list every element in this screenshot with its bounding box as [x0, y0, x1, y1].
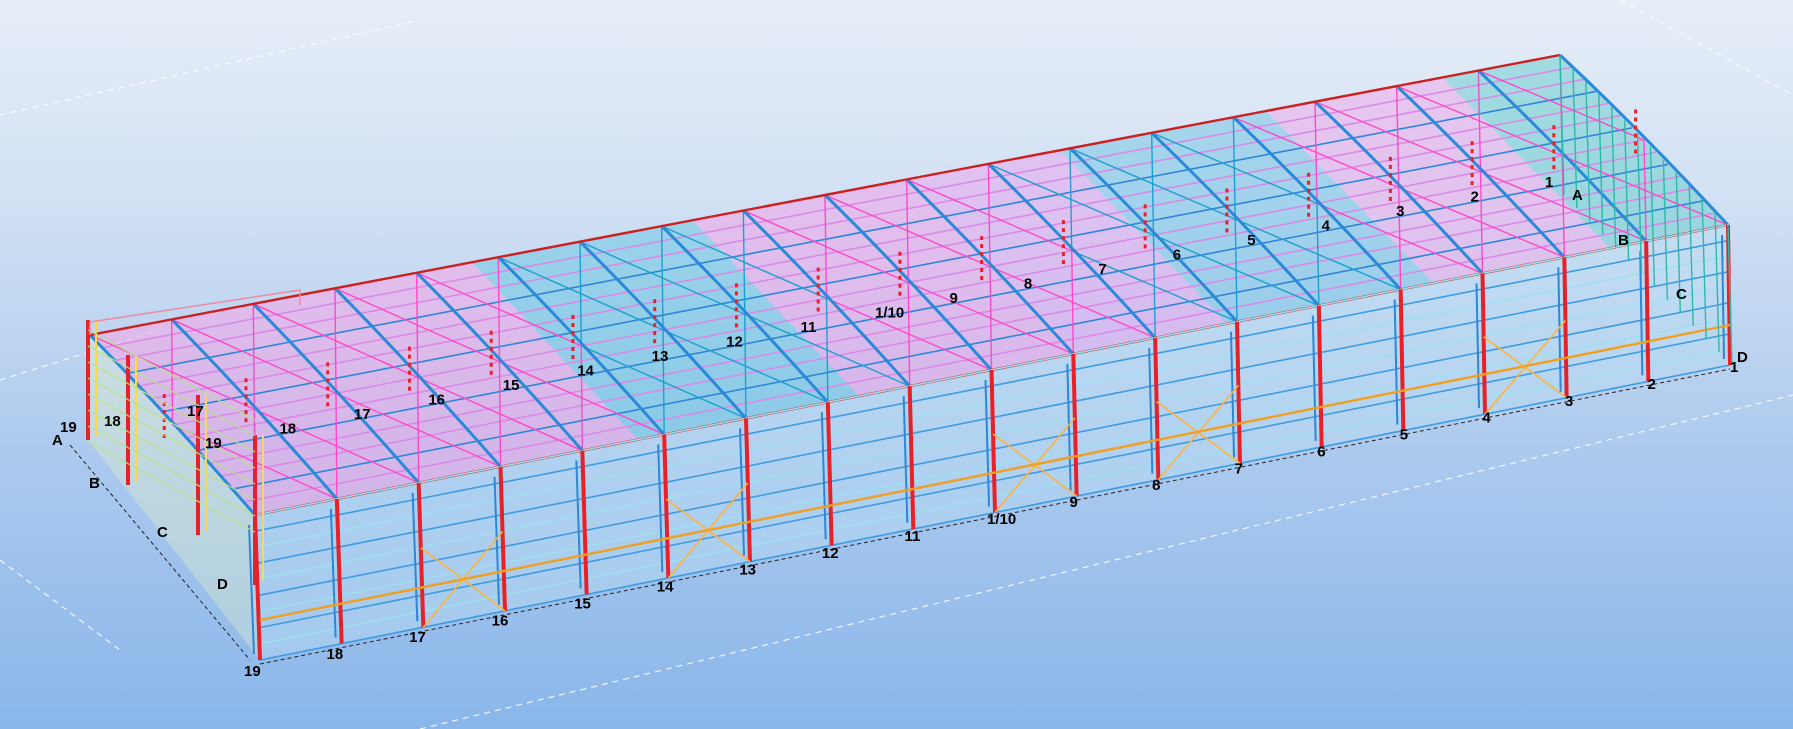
steel-structure-model[interactable]: A B C D 19 18 17 A B C D 1234567891/1011… [0, 0, 1793, 729]
front-grid-label-19: 19 [244, 663, 261, 680]
front-grid-label-17: 17 [409, 629, 426, 646]
roof-grid-label-3: 3 [1396, 203, 1404, 220]
front-grid-label-4: 4 [1482, 410, 1491, 427]
roof-grid-label-4: 4 [1322, 218, 1331, 235]
roof-grid-label-2: 2 [1471, 189, 1479, 206]
front-column-3 [1562, 257, 1569, 398]
roof-grid-label-16: 16 [428, 392, 445, 409]
grid-label-19-left: 19 [60, 419, 77, 436]
roof-grid-label-9: 9 [949, 290, 957, 307]
front-grid-label-11: 11 [904, 528, 920, 545]
grid-label-18-left: 18 [104, 413, 121, 430]
guide-line-left-bottom [0, 559, 121, 651]
guide-line-top [0, 19, 421, 116]
front-grid-label-16: 16 [492, 612, 509, 629]
front-grid-label-14: 14 [657, 579, 674, 596]
grid-label-c-right: C [1676, 286, 1687, 303]
roof-grid-label-1: 1 [1545, 174, 1553, 191]
grid-label-a-right: A [1572, 187, 1583, 204]
front-grid-label-9: 9 [1070, 494, 1078, 511]
roof-grid-label-18: 18 [279, 421, 296, 438]
front-column-4 [1480, 273, 1487, 415]
front-grid-label-3: 3 [1565, 393, 1573, 410]
guide-line-right [1619, 0, 1793, 96]
grid-label-d-left: D [217, 576, 228, 593]
front-grid-label-18: 18 [327, 646, 344, 663]
front-grid-label-15: 15 [574, 595, 591, 612]
front-grid-label-5: 5 [1400, 427, 1408, 444]
roof-grid-label-14: 14 [577, 363, 594, 380]
roof-grid-label-8: 8 [1024, 276, 1032, 293]
roof-grid-label-6: 6 [1173, 247, 1181, 264]
roof-grid-label-12: 12 [726, 334, 743, 351]
grid-label-b-left: B [89, 475, 100, 492]
roof-grid-label-11: 11 [801, 319, 817, 336]
front-grid-label-6: 6 [1317, 443, 1325, 460]
grid-label-c-left: C [157, 524, 168, 541]
roof-grid-label-17: 17 [354, 406, 371, 423]
roof-grid-label-15: 15 [503, 377, 520, 394]
roof-grid-label-5: 5 [1247, 232, 1255, 249]
front-column-6 [1316, 305, 1324, 447]
grid-label-b-right: B [1618, 232, 1629, 249]
front-column-5 [1398, 289, 1406, 431]
roof-grid-label-7: 7 [1098, 261, 1106, 278]
front-grid-label-12: 12 [822, 545, 839, 562]
front-grid-label-8: 8 [1152, 477, 1160, 494]
grid-label-d-right: D [1737, 349, 1748, 366]
front-grid-label-10: 1/10 [987, 511, 1016, 528]
model-viewport[interactable]: A B C D 19 18 17 A B C D 1 2 3 4 5 6 7 8 9 1/10 11… [0, 0, 1793, 729]
front-grid-label-2: 2 [1647, 376, 1655, 393]
front-grid-label-13: 13 [739, 562, 756, 579]
roof-grid-label-10: 1/10 [875, 305, 904, 322]
roof-grid-label-13: 13 [652, 348, 669, 365]
front-column-2 [1644, 241, 1651, 382]
grid-label-17-left: 17 [187, 403, 204, 420]
front-grid-label-7: 7 [1235, 460, 1243, 477]
roof-grid-label-19: 19 [205, 435, 222, 452]
front-grid-label-1: 1 [1730, 359, 1738, 376]
